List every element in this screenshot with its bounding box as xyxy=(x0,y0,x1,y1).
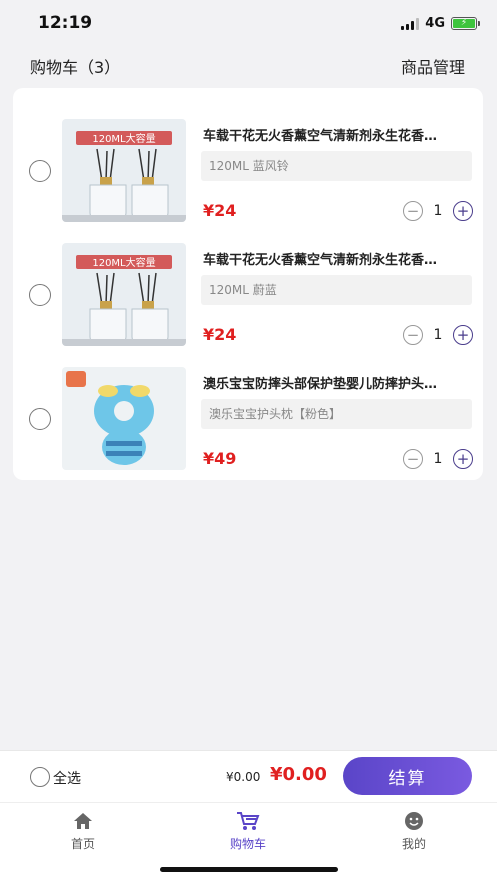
tab-label: 首页 xyxy=(70,837,95,851)
checkout-button[interactable]: 结算 xyxy=(343,757,472,795)
decrease-qty-button[interactable]: − xyxy=(403,325,423,345)
decrease-qty-button[interactable]: − xyxy=(403,449,423,469)
product-image-text: 120ML大容量 xyxy=(92,256,155,269)
tab-label: 我的 xyxy=(401,837,426,851)
quantity-value: 1 xyxy=(433,451,443,467)
product-name[interactable]: 澳乐宝宝防摔头部保护垫婴儿防摔护头… xyxy=(203,373,471,392)
status-time: 12:19 xyxy=(38,13,93,33)
quantity-stepper: − 1 + xyxy=(403,201,473,221)
quantity-value: 1 xyxy=(433,203,443,219)
item-select-radio[interactable] xyxy=(29,284,51,306)
decrease-qty-button[interactable]: − xyxy=(403,201,423,221)
product-spec[interactable]: 澳乐宝宝护头枕【粉色】 xyxy=(201,399,472,429)
manage-goods-button[interactable]: 商品管理 xyxy=(401,54,465,78)
product-name[interactable]: 车载干花无火香薰空气清新剂永生花香… xyxy=(203,125,471,144)
increase-qty-button[interactable]: + xyxy=(453,201,473,221)
cart-item: 澳乐宝宝防摔头部保护垫婴儿防摔护头… 澳乐宝宝护头枕【粉色】 ¥49 − 1 + xyxy=(13,367,483,491)
tab-profile[interactable]: 我的 xyxy=(364,811,464,852)
product-price: ¥24 xyxy=(203,201,237,220)
increase-qty-button[interactable]: + xyxy=(453,325,473,345)
bee-pillow-icon xyxy=(62,367,186,470)
tab-label: 购物车 xyxy=(229,837,266,851)
product-price: ¥49 xyxy=(203,449,237,468)
product-image[interactable]: 120ML大容量 xyxy=(62,243,186,346)
product-image[interactable] xyxy=(62,367,186,470)
tab-cart[interactable]: 购物车 xyxy=(198,811,298,852)
total-amount: ¥0.00 xyxy=(270,764,327,785)
quantity-stepper: − 1 + xyxy=(403,449,473,469)
page-header: 购物车（3） 商品管理 xyxy=(0,52,497,80)
tab-home[interactable]: 首页 xyxy=(33,811,133,852)
status-indicators: 4G ⚡ xyxy=(401,16,480,31)
cart-list: 120ML大容量 车载干花无火香薰空气清新剂永生花香… 120ML 蓝风铃 ¥2… xyxy=(13,88,483,480)
cart-item: 120ML大容量 车载干花无火香薰空气清新剂永生花香… 120ML 蔚蓝 ¥24… xyxy=(13,243,483,367)
quantity-stepper: − 1 + xyxy=(403,325,473,345)
product-image-text: 120ML大容量 xyxy=(92,132,155,145)
checkout-bar: 全选 ¥0.00 ¥0.00 结算 xyxy=(0,750,497,802)
status-bar: 12:19 4G ⚡ xyxy=(0,0,497,44)
product-price: ¥24 xyxy=(203,325,237,344)
product-name[interactable]: 车载干花无火香薰空气清新剂永生花香… xyxy=(203,249,471,268)
quantity-value: 1 xyxy=(433,327,443,343)
cart-item: 120ML大容量 车载干花无火香薰空气清新剂永生花香… 120ML 蓝风铃 ¥2… xyxy=(13,119,483,243)
item-select-radio[interactable] xyxy=(29,160,51,182)
subtotal-amount: ¥0.00 xyxy=(226,770,261,784)
increase-qty-button[interactable]: + xyxy=(453,449,473,469)
product-spec[interactable]: 120ML 蓝风铃 xyxy=(201,151,472,181)
diffuser-bottles-icon: 120ML大容量 xyxy=(62,243,186,346)
product-spec[interactable]: 120ML 蔚蓝 xyxy=(201,275,472,305)
home-icon xyxy=(74,813,92,829)
item-select-radio[interactable] xyxy=(29,408,51,430)
profile-icon xyxy=(405,812,423,830)
page-title: 购物车（3） xyxy=(30,58,121,77)
home-indicator xyxy=(160,867,338,872)
battery-icon: ⚡ xyxy=(451,17,480,30)
network-label: 4G xyxy=(425,16,445,31)
signal-icon xyxy=(401,17,420,30)
product-image[interactable]: 120ML大容量 xyxy=(62,119,186,222)
select-all-radio[interactable] xyxy=(30,767,50,787)
select-all-label[interactable]: 全选 xyxy=(53,768,81,788)
cart-icon xyxy=(237,812,260,830)
diffuser-bottles-icon: 120ML大容量 xyxy=(62,119,186,222)
